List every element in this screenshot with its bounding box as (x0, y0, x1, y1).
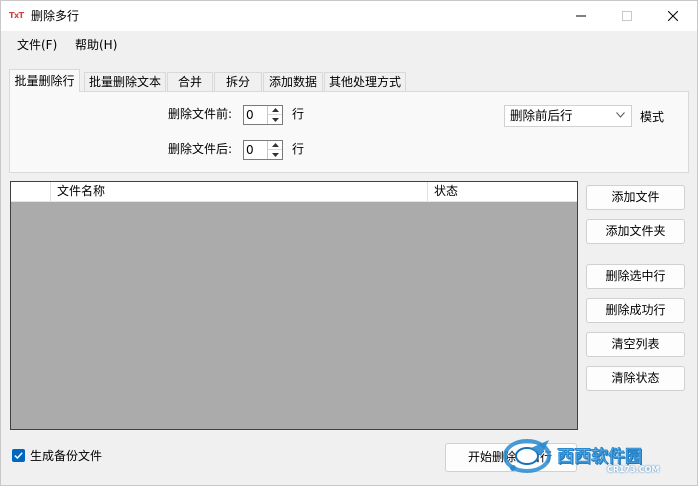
app-icon: TxT (9, 11, 24, 20)
clear-status-button[interactable]: 清除状态 (586, 366, 685, 391)
stepper-buttons (267, 106, 282, 124)
minimize-icon (576, 15, 586, 17)
menu-bar: 文件(F) 帮助(H) (1, 31, 697, 59)
clear-list-button[interactable]: 清空列表 (586, 332, 685, 357)
watermark-logo (503, 439, 551, 473)
mode-select-value: 删除前后行 (510, 108, 573, 123)
tab-strip: 批量删除行 批量删除文本 合并 拆分 添加数据 其他处理方式 (9, 69, 689, 92)
tab-add-data[interactable]: 添加数据 (263, 72, 323, 91)
tab-panel (9, 91, 689, 173)
list-header: 文件名称 状态 (11, 182, 577, 202)
maximize-icon (622, 11, 632, 21)
mode-label: 模式 (640, 110, 665, 124)
column-header-index[interactable] (11, 182, 51, 202)
checkmark-icon (14, 452, 23, 459)
spin-down-button[interactable] (268, 150, 282, 159)
chevron-down-icon (616, 112, 625, 118)
caret-down-icon (271, 117, 279, 122)
caret-up-icon (271, 143, 279, 147)
maximize-button[interactable] (604, 1, 650, 31)
tab-batch-delete-text[interactable]: 批量删除文本 (84, 72, 166, 91)
delete-after-unit: 行 (292, 142, 305, 156)
close-icon (668, 11, 678, 21)
delete-before-stepper[interactable]: 0 (243, 105, 283, 125)
column-header-status[interactable]: 状态 (428, 182, 577, 202)
backup-checkbox-label[interactable]: 生成备份文件 (30, 448, 102, 464)
tab-merge[interactable]: 合并 (167, 72, 213, 91)
caret-down-icon (271, 152, 279, 157)
stepper-buttons (267, 141, 282, 159)
add-file-button[interactable]: 添加文件 (586, 185, 685, 210)
tab-other-methods[interactable]: 其他处理方式 (324, 72, 406, 91)
watermark-sub: CR173.COM (607, 465, 660, 474)
backup-checkbox[interactable] (12, 449, 25, 462)
delete-success-button[interactable]: 删除成功行 (586, 298, 685, 323)
spin-down-button[interactable] (268, 115, 282, 124)
caret-up-icon (271, 108, 279, 112)
menu-help[interactable]: 帮助(H) (73, 37, 119, 53)
column-header-filename[interactable]: 文件名称 (51, 182, 428, 202)
delete-selected-button[interactable]: 删除选中行 (586, 264, 685, 289)
delete-before-label: 删除文件前: (168, 107, 233, 121)
delete-after-stepper[interactable]: 0 (243, 140, 283, 160)
delete-after-label: 删除文件后: (168, 142, 233, 156)
watermark-text: 西西软件园 (557, 447, 642, 467)
tab-batch-delete-lines[interactable]: 批量删除行 (9, 69, 80, 92)
spin-up-button[interactable] (268, 141, 282, 150)
add-folder-button[interactable]: 添加文件夹 (586, 219, 685, 244)
delete-before-unit: 行 (292, 107, 305, 121)
title-bar[interactable]: TxT 删除多行 (1, 1, 697, 31)
mode-select[interactable]: 删除前后行 (504, 105, 632, 127)
window-title: 删除多行 (31, 9, 80, 23)
file-list[interactable]: 文件名称 状态 (10, 181, 578, 430)
tab-split[interactable]: 拆分 (214, 72, 262, 91)
delete-after-value: 0 (246, 143, 254, 157)
delete-before-value: 0 (246, 108, 254, 122)
menu-file[interactable]: 文件(F) (15, 37, 59, 53)
close-button[interactable] (650, 1, 696, 31)
minimize-button[interactable] (558, 1, 604, 31)
watermark: 西西软件园 CR173.COM (501, 434, 691, 482)
app-window: TxT 删除多行 文件(F) 帮助(H) 批量删除行 批量删除文本 合并 拆分 … (0, 0, 698, 486)
spin-up-button[interactable] (268, 106, 282, 115)
